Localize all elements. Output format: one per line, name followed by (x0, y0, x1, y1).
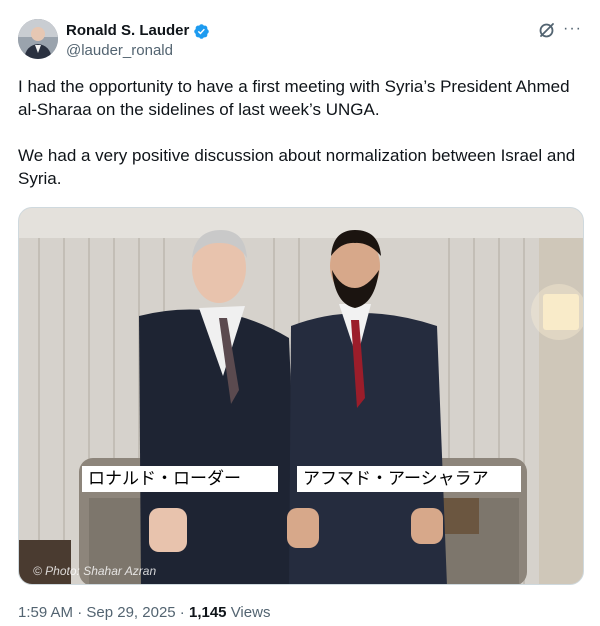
verified-badge-icon (193, 23, 210, 40)
meta-separator: · (73, 604, 87, 621)
photo-caption-right: アフマド・アーシャラア (297, 466, 521, 492)
more-icon[interactable]: ··· (563, 19, 582, 39)
post-paragraph-2: We had a very positive discussion about … (18, 146, 576, 188)
post-date[interactable]: Sep 29, 2025 (86, 604, 175, 621)
post-header: Ronald S. Lauder @lauder_ronald ··· (18, 17, 584, 63)
post-photo[interactable]: ロナルド・ローダー アフマド・アーシャラア © Photo: Shahar Az… (18, 207, 584, 585)
post-time[interactable]: 1:59 AM (18, 604, 73, 621)
author-handle[interactable]: @lauder_ronald (66, 41, 210, 61)
avatar[interactable] (18, 19, 58, 59)
views-label: Views (226, 604, 271, 621)
post-meta: 1:59 AM · Sep 29, 2025 · 1,145 Views (18, 603, 270, 623)
photo-caption-left: ロナルド・ローダー (82, 466, 278, 492)
post-text: I had the opportunity to have a first me… (18, 75, 578, 213)
views-count[interactable]: 1,145 (189, 604, 227, 621)
meta-separator: · (175, 604, 189, 621)
author-name[interactable]: Ronald S. Lauder (66, 21, 189, 41)
post-paragraph-1: I had the opportunity to have a first me… (18, 77, 570, 119)
author-block: Ronald S. Lauder @lauder_ronald (66, 21, 210, 61)
photo-scene (19, 208, 583, 584)
grok-icon[interactable] (538, 21, 556, 39)
photo-credit: © Photo: Shahar Azran (33, 564, 157, 578)
